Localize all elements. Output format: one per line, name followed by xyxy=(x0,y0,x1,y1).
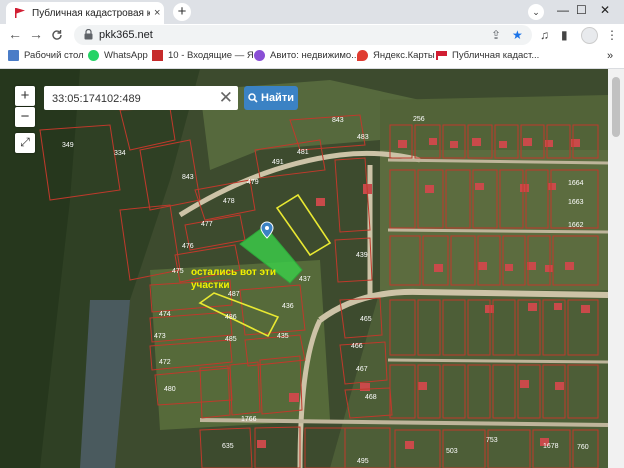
avito-icon xyxy=(254,50,265,61)
parcel-number-label[interactable]: 439 xyxy=(356,252,368,259)
parcel-number-label[interactable]: 635 xyxy=(222,443,234,450)
parcel-number-label[interactable]: 760 xyxy=(577,444,589,451)
forward-button[interactable]: → xyxy=(29,26,43,42)
media-icon[interactable]: ♫ xyxy=(540,28,549,42)
profile-avatar[interactable] xyxy=(581,27,598,44)
parcel-number-label[interactable]: 1678 xyxy=(543,443,559,450)
map-pin-icon xyxy=(357,50,368,61)
find-button-label: Найти xyxy=(261,92,294,104)
parcel-number-label[interactable]: 1664 xyxy=(568,180,584,187)
parcel-number-label[interactable]: 472 xyxy=(159,359,171,366)
parcel-number-label[interactable]: 483 xyxy=(357,134,369,141)
annotation-line: остались вот эти xyxy=(191,267,276,278)
parcel-number-label[interactable]: 487 xyxy=(228,291,240,298)
fullscreen-icon[interactable]: ⤢ xyxy=(15,133,35,153)
bookmarks-overflow-button[interactable]: » xyxy=(607,50,613,62)
parcel-number-label[interactable]: 466 xyxy=(351,343,363,350)
find-button[interactable]: Найти xyxy=(244,86,298,110)
parcel-number-label[interactable]: 349 xyxy=(62,142,74,149)
parcel-number-label[interactable]: 1663 xyxy=(568,199,584,206)
share-icon[interactable]: ⇪ xyxy=(491,28,501,42)
parcel-number-label[interactable]: 467 xyxy=(356,366,368,373)
tab-search-icon[interactable]: ⌄ xyxy=(528,4,544,20)
parcel-number-label[interactable]: 843 xyxy=(182,174,194,181)
reload-icon[interactable] xyxy=(51,29,63,41)
bookmark-label: Рабочий стол xyxy=(24,50,84,61)
parcel-number-label[interactable]: 465 xyxy=(360,316,372,323)
page-scrollbar[interactable] xyxy=(608,69,624,468)
cadastral-number-input[interactable] xyxy=(50,89,214,109)
parcel-number-label[interactable]: 753 xyxy=(486,437,498,444)
parcel-number-label[interactable]: 479 xyxy=(247,179,259,186)
bookmark-pkk[interactable]: Публичная кадаст... xyxy=(436,50,539,61)
zoom-in-button[interactable]: + xyxy=(15,86,35,106)
parcel-number-label[interactable]: 503 xyxy=(446,448,458,455)
parcel-number-label[interactable]: 256 xyxy=(413,116,425,123)
parcel-number-label[interactable]: 468 xyxy=(365,394,377,401)
browser-menu-icon[interactable]: ⋮ xyxy=(606,28,618,42)
bookmark-desktop[interactable]: Рабочий стол xyxy=(8,50,84,61)
parcel-number-label[interactable]: 481 xyxy=(297,149,309,156)
parcel-number-label[interactable]: 436 xyxy=(282,303,294,310)
parcel-number-label[interactable]: 475 xyxy=(172,268,184,275)
parcel-number-label[interactable]: 843 xyxy=(332,117,344,124)
navigation-bar: ← → pkk365.net ⇪ ★ ♫ ▮ ⋮ xyxy=(0,24,624,46)
address-bar[interactable]: pkk365.net ⇪ ★ xyxy=(74,25,532,45)
parcel-number-label[interactable]: 495 xyxy=(357,458,369,465)
parcel-number-label[interactable]: 476 xyxy=(182,243,194,250)
parcel-number-label[interactable]: 480 xyxy=(164,386,176,393)
parcel-number-label[interactable]: 486 xyxy=(225,314,237,321)
cadastral-map[interactable]: + − ⤢ ✕ Найти остались вот эти участки 8… xyxy=(0,69,608,468)
window-close-button[interactable]: ✕ xyxy=(600,3,610,17)
flag-icon xyxy=(436,51,447,60)
parcel-number-label[interactable]: 437 xyxy=(299,276,311,283)
parcel-number-label[interactable]: 1766 xyxy=(241,416,257,423)
url-text: pkk365.net xyxy=(99,29,153,41)
parcel-number-label[interactable]: 491 xyxy=(272,159,284,166)
map-annotation: остались вот эти участки xyxy=(191,266,276,292)
new-tab-button[interactable]: + xyxy=(173,3,191,21)
bookmark-whatsapp[interactable]: WhatsApp xyxy=(88,50,148,61)
bookmarks-bar: Рабочий стол WhatsApp 10 - Входящие — Я.… xyxy=(0,46,624,69)
parcel-number-label[interactable]: 477 xyxy=(201,221,213,228)
bookmark-mail[interactable]: 10 - Входящие — Я... xyxy=(152,50,262,61)
bookmark-label: WhatsApp xyxy=(104,50,148,61)
bookmark-avito[interactable]: Авито: недвижимо... xyxy=(254,50,359,61)
parcel-number-label[interactable]: 474 xyxy=(159,311,171,318)
parcel-number-label[interactable]: 485 xyxy=(225,336,237,343)
bookmark-label: Публичная кадаст... xyxy=(452,50,540,61)
tab-close-icon[interactable]: × xyxy=(154,7,160,19)
cadastral-search-box: ✕ xyxy=(44,86,238,110)
scrollbar-thumb[interactable] xyxy=(612,77,620,137)
search-icon xyxy=(248,93,258,103)
bookmark-label: 10 - Входящие — Я... xyxy=(168,50,262,61)
clear-icon[interactable]: ✕ xyxy=(219,88,233,108)
bookmark-label: Яндекс.Карты xyxy=(373,50,435,61)
bookmark-yandex-maps[interactable]: Яндекс.Карты xyxy=(357,50,435,61)
parcel-number-label[interactable]: 478 xyxy=(223,198,235,205)
bookmark-star-icon[interactable]: ★ xyxy=(512,28,523,42)
lock-icon xyxy=(84,29,93,40)
flag-icon xyxy=(15,8,25,18)
parcel-number-label[interactable]: 334 xyxy=(114,150,126,157)
back-button[interactable]: ← xyxy=(8,26,22,42)
bookmark-label: Авито: недвижимо... xyxy=(270,50,360,61)
mail-icon xyxy=(152,50,163,61)
side-panel-icon[interactable]: ▮ xyxy=(561,28,568,42)
parcel-number-label[interactable]: 435 xyxy=(277,333,289,340)
satellite-map-image[interactable] xyxy=(0,69,608,468)
maximize-button[interactable]: ☐ xyxy=(576,3,587,17)
parcel-number-label[interactable]: 473 xyxy=(154,333,166,340)
parcel-number-label[interactable]: 1662 xyxy=(568,222,584,229)
zoom-out-button[interactable]: − xyxy=(15,107,35,127)
whatsapp-icon xyxy=(88,50,99,61)
tab-strip: Публичная кадастровая карта 2 × + ⌄ — ☐ … xyxy=(0,0,624,24)
minimize-button[interactable]: — xyxy=(557,3,569,17)
tab-title: Публичная кадастровая карта 2 xyxy=(32,7,150,19)
home-icon xyxy=(8,50,19,61)
tab-pkk[interactable]: Публичная кадастровая карта 2 × xyxy=(6,2,164,24)
